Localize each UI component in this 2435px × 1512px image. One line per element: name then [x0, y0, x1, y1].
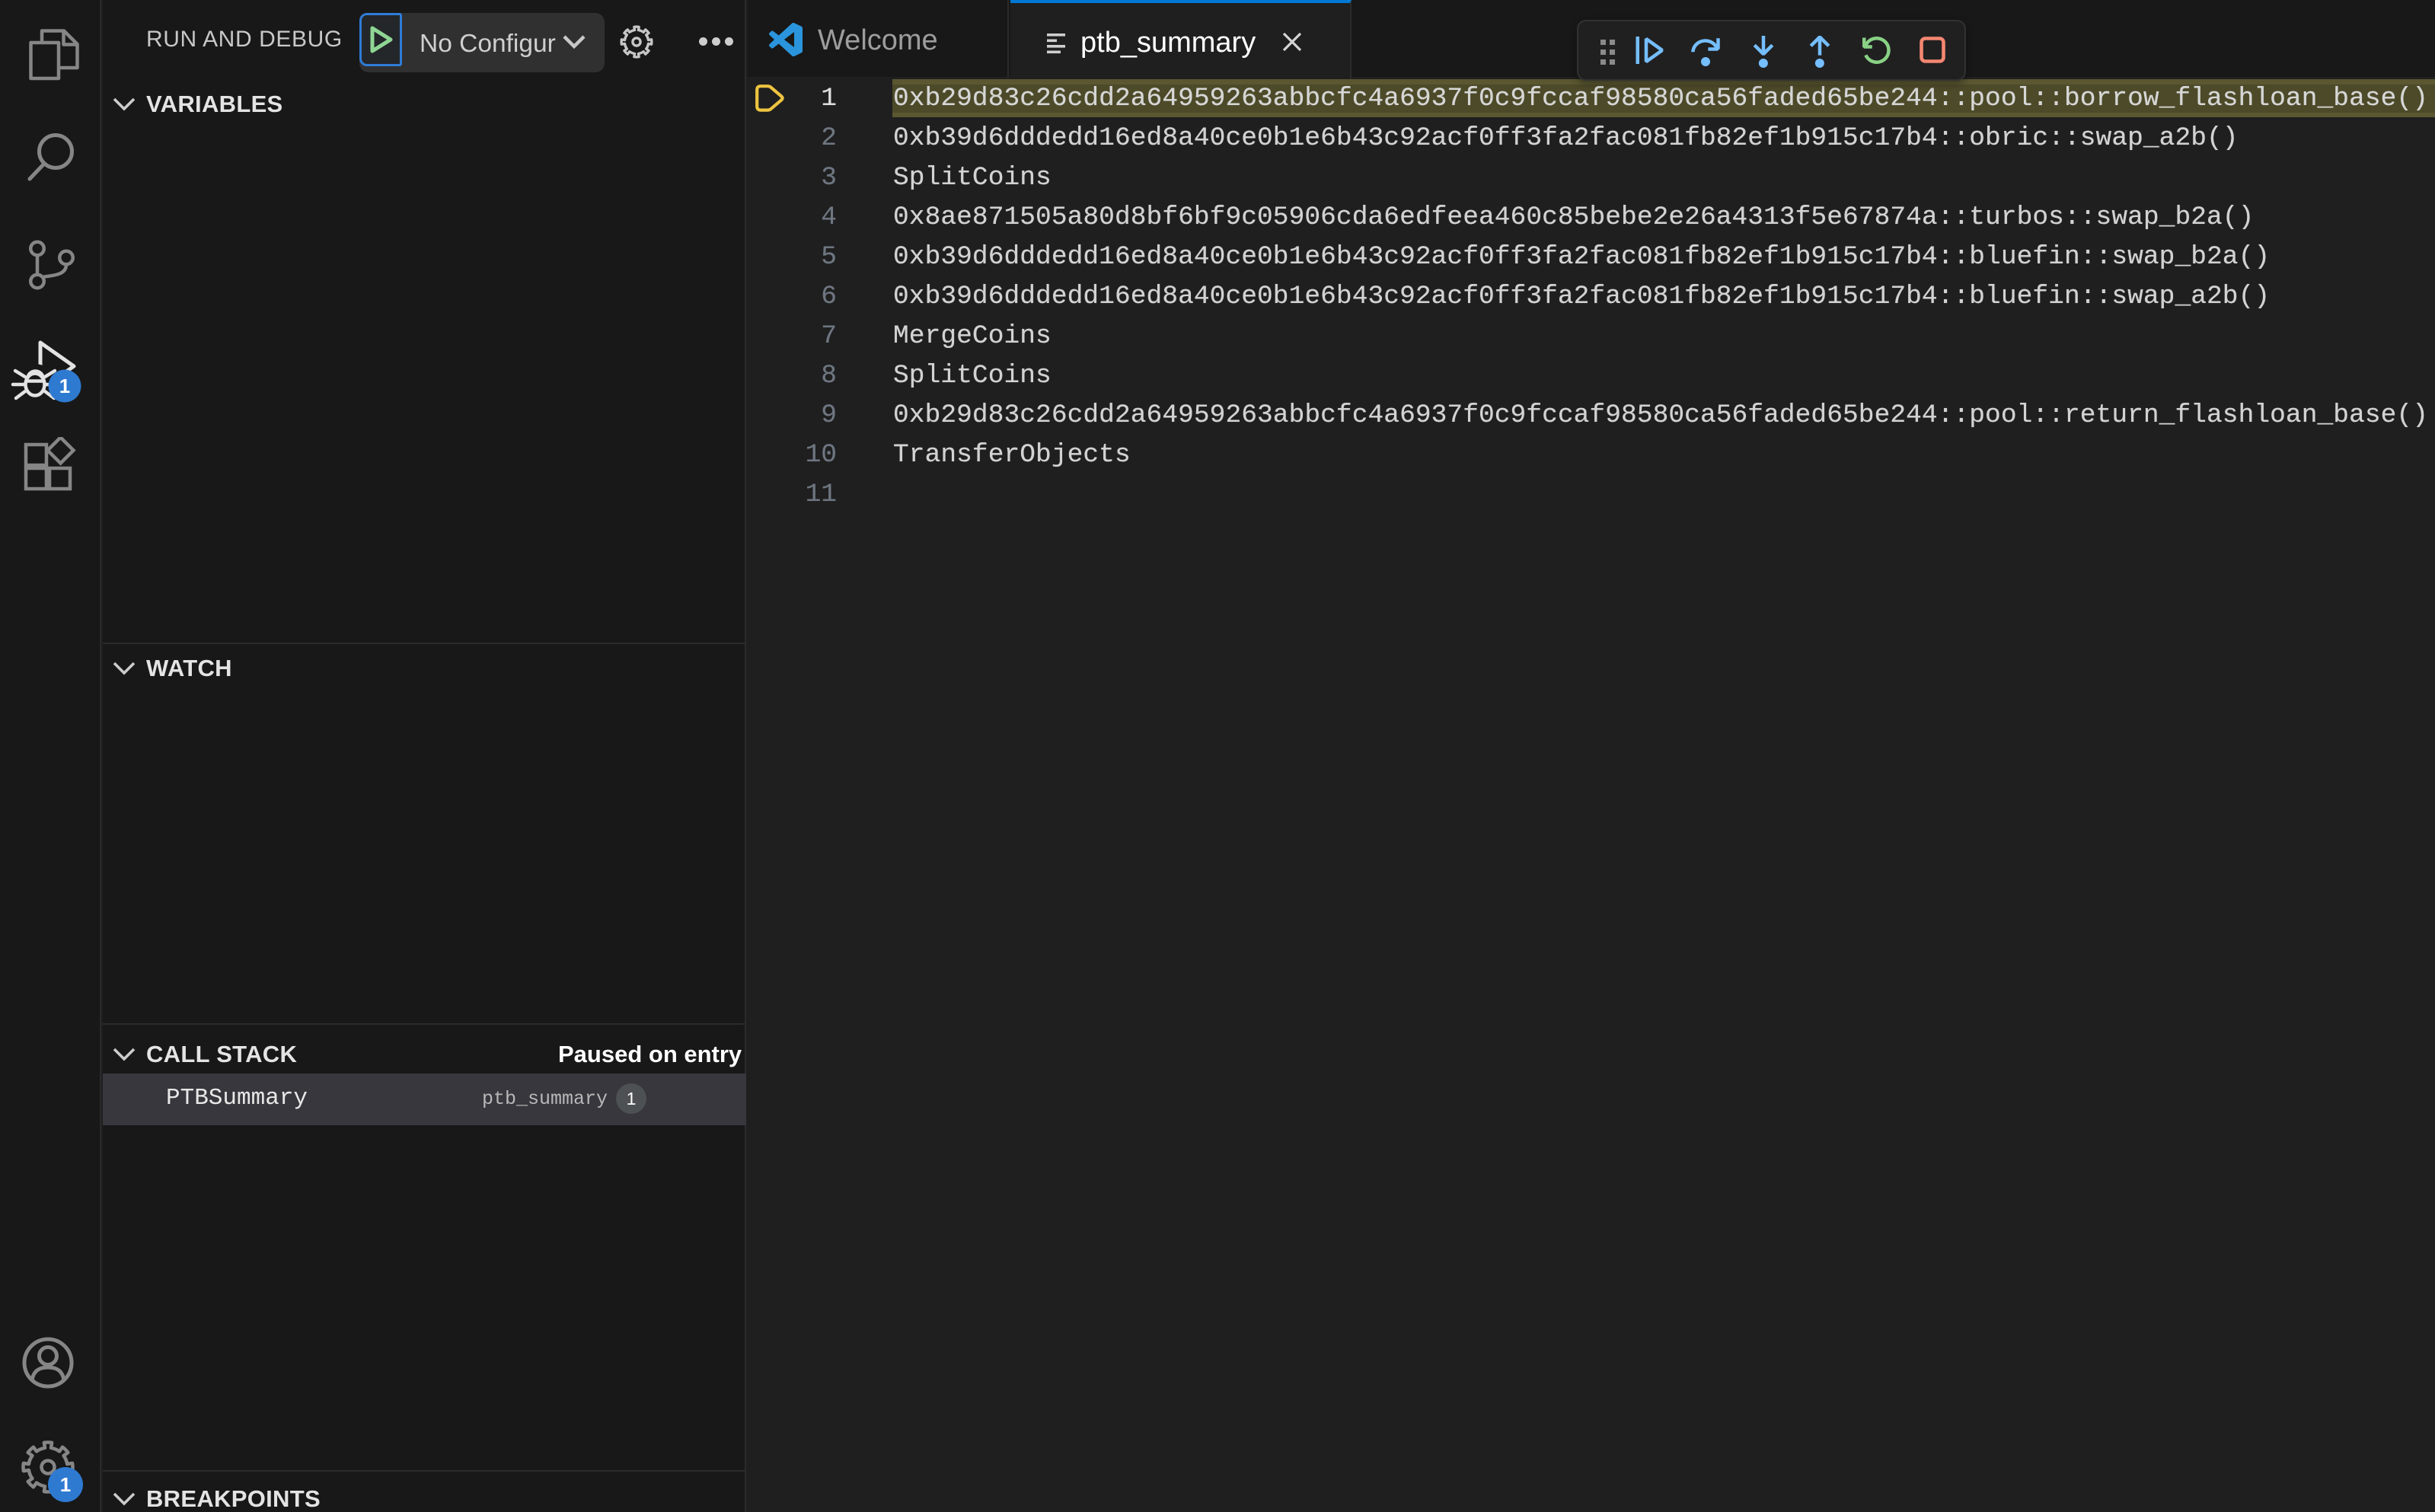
svg-text:1: 1 [59, 375, 70, 397]
